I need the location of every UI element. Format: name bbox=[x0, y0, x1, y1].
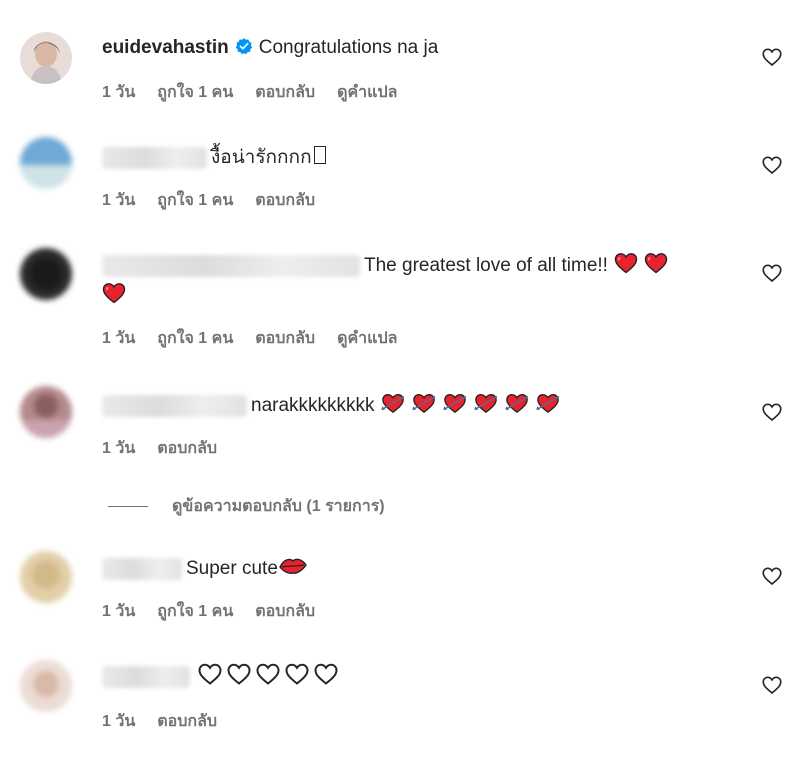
translate-button[interactable]: ดูคำแปล bbox=[337, 326, 397, 351]
avatar[interactable] bbox=[20, 32, 72, 84]
username-blurred[interactable] bbox=[102, 557, 182, 580]
comment-time[interactable]: 1 วัน bbox=[102, 326, 135, 351]
username-blurred[interactable] bbox=[102, 394, 247, 417]
reply-button[interactable]: ตอบกลับ bbox=[255, 326, 315, 351]
comment-text: งื้อน่ารักกกก bbox=[211, 147, 312, 168]
comment-time[interactable]: 1 วัน bbox=[102, 599, 135, 624]
comment-time[interactable]: 1 วัน bbox=[102, 80, 135, 105]
heart-outline-icon[interactable] bbox=[762, 675, 782, 695]
avatar[interactable] bbox=[20, 551, 72, 603]
likes-count[interactable]: ถูกใจ 1 คน bbox=[157, 80, 233, 105]
heart-outline-icon[interactable] bbox=[762, 402, 782, 422]
comment-meta: 1 วัน ถูกใจ 1 คน ตอบกลับ bbox=[102, 188, 315, 213]
comment-meta: 1 วัน ถูกใจ 1 คน ตอบกลับ ดูคำแปล bbox=[102, 80, 397, 105]
username-blurred[interactable] bbox=[102, 146, 207, 169]
comment-text-line: narakkkkkkkkk bbox=[102, 391, 740, 421]
translate-button[interactable]: ดูคำแปล bbox=[337, 80, 397, 105]
view-replies-button[interactable]: ดูข้อความตอบกลับ (1 รายการ) bbox=[108, 494, 385, 519]
username-blurred[interactable] bbox=[102, 665, 190, 688]
comment-meta: 1 วัน ถูกใจ 1 คน ตอบกลับ ดูคำแปล bbox=[102, 326, 397, 351]
heart-outline-icon[interactable] bbox=[762, 155, 782, 175]
reply-button[interactable]: ตอบกลับ bbox=[255, 188, 315, 213]
heart-outline-icon[interactable] bbox=[762, 263, 782, 283]
comment-text: Congratulations na ja bbox=[258, 37, 439, 58]
comment-text-line: The greatest love of all time!! bbox=[102, 251, 740, 311]
white-heart-emoji-icon bbox=[255, 663, 281, 685]
comment-text-line: Super cute bbox=[102, 554, 740, 584]
white-heart-emoji-icon bbox=[313, 663, 339, 685]
comment-time[interactable]: 1 วัน bbox=[102, 436, 135, 461]
heart-with-arrow-emoji-icon bbox=[473, 391, 499, 415]
heart-outline-icon[interactable] bbox=[762, 566, 782, 586]
avatar[interactable] bbox=[20, 386, 72, 438]
avatar[interactable] bbox=[20, 137, 72, 189]
heart-with-arrow-emoji-icon bbox=[504, 391, 530, 415]
red-heart-emoji-icon bbox=[102, 282, 126, 304]
username[interactable]: euidevahastin bbox=[102, 37, 229, 58]
likes-count[interactable]: ถูกใจ 1 คน bbox=[157, 326, 233, 351]
white-heart-emoji-icon bbox=[197, 663, 223, 685]
reply-button[interactable]: ตอบกลับ bbox=[255, 599, 315, 624]
kiss-lips-emoji-icon bbox=[278, 555, 308, 577]
comment-text: The greatest love of all time!! bbox=[364, 255, 608, 276]
comment-meta: 1 วัน ตอบกลับ bbox=[102, 436, 217, 461]
comment-text-line bbox=[102, 662, 740, 692]
heart-outline-icon[interactable] bbox=[762, 47, 782, 67]
comment-text: Super cute bbox=[186, 558, 278, 579]
reply-button[interactable]: ตอบกลับ bbox=[157, 709, 217, 734]
likes-count[interactable]: ถูกใจ 1 คน bbox=[157, 599, 233, 624]
comment-text: narakkkkkkkkk bbox=[251, 395, 375, 416]
comment-text-line: euidevahastin Congratulations na ja bbox=[102, 33, 740, 63]
heart-with-arrow-emoji-icon bbox=[442, 391, 468, 415]
reply-button[interactable]: ตอบกลับ bbox=[157, 436, 217, 461]
red-heart-emoji-icon bbox=[644, 252, 668, 274]
comment-time[interactable]: 1 วัน bbox=[102, 188, 135, 213]
comment-text-line: งื้อน่ารักกกก bbox=[102, 143, 740, 173]
reply-button[interactable]: ตอบกลับ bbox=[255, 80, 315, 105]
heart-with-arrow-emoji-icon bbox=[535, 391, 561, 415]
heart-with-arrow-emoji-icon bbox=[411, 391, 437, 415]
white-heart-emoji-icon bbox=[226, 663, 252, 685]
comment-time[interactable]: 1 วัน bbox=[102, 709, 135, 734]
white-heart-emoji-icon bbox=[284, 663, 310, 685]
red-heart-emoji-icon bbox=[614, 252, 638, 274]
avatar[interactable] bbox=[20, 660, 72, 712]
comment-meta: 1 วัน ถูกใจ 1 คน ตอบกลับ bbox=[102, 599, 315, 624]
avatar[interactable] bbox=[20, 248, 72, 300]
view-replies-label: ดูข้อความตอบกลับ (1 รายการ) bbox=[172, 498, 385, 515]
missing-glyph-icon bbox=[313, 146, 326, 164]
likes-count[interactable]: ถูกใจ 1 คน bbox=[157, 188, 233, 213]
comment-meta: 1 วัน ตอบกลับ bbox=[102, 709, 217, 734]
username-blurred[interactable] bbox=[102, 254, 360, 277]
heart-with-arrow-emoji-icon bbox=[380, 391, 406, 415]
divider-line bbox=[108, 506, 148, 507]
verified-badge-icon bbox=[235, 37, 253, 55]
